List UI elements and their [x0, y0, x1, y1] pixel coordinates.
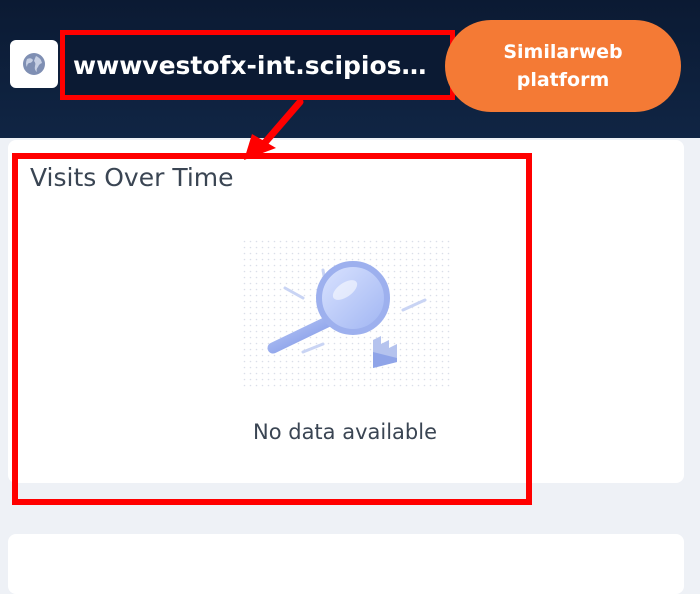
- similarweb-platform-button[interactable]: Similarweb platform: [445, 20, 681, 112]
- domain-name-highlight: wwwvestofx-int.scipioso…: [60, 30, 455, 100]
- magnifying-glass-icon: [243, 240, 453, 390]
- site-favicon: [10, 40, 58, 88]
- next-card: [8, 534, 684, 594]
- card-title: Visits Over Time: [30, 163, 234, 192]
- domain-name[interactable]: wwwvestofx-int.scipioso…: [73, 51, 443, 80]
- globe-icon: [23, 53, 45, 75]
- no-data-message: No data available: [253, 420, 437, 444]
- platform-button-label: Similarweb platform: [503, 41, 623, 91]
